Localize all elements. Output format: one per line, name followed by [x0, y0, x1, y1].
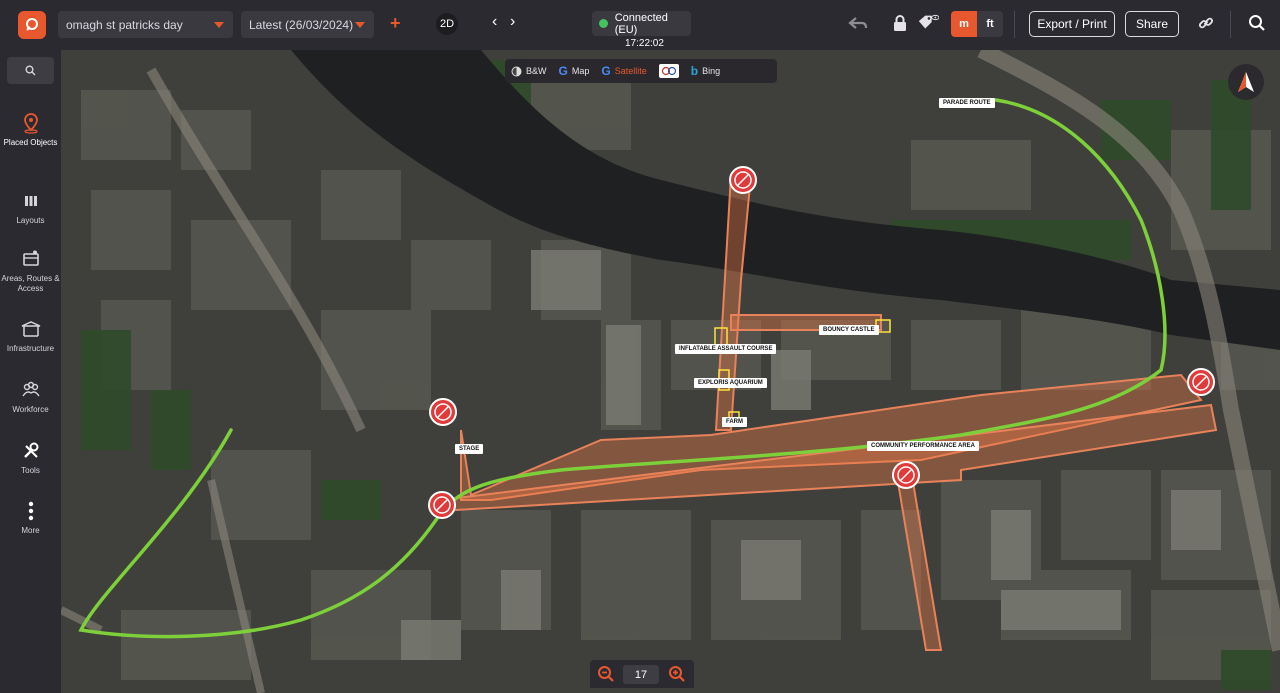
bing-icon: b [690, 64, 699, 78]
share-button[interactable]: Share [1125, 11, 1179, 37]
map-label-stage[interactable]: STAGE [455, 444, 484, 454]
map-label-parade-route[interactable]: PARADE ROUTE [939, 98, 995, 108]
map-label-bouncy-castle[interactable]: BOUNCY CASTLE [819, 325, 879, 335]
layer-bing[interactable]: b Bing [685, 59, 726, 83]
base-layer-switcher: B&W G Map G Satellite b Bing [505, 59, 777, 83]
wrench-icon [23, 442, 38, 458]
link-icon[interactable] [1195, 12, 1217, 34]
version-select-value: Latest (26/03/2024) [249, 17, 354, 32]
version-dropdown[interactable]: Latest (26/03/2024) [241, 11, 374, 38]
layer-label: Satellite [614, 66, 647, 76]
sidebar-item-infrastructure[interactable]: Infrastructure [0, 318, 61, 354]
satellite-map[interactable] [61, 50, 1280, 693]
layer-satellite[interactable]: G Satellite [595, 59, 652, 83]
top-toolbar: omagh st patricks day Latest (26/03/2024… [0, 0, 1280, 50]
view-mode-toggle[interactable]: 2D [436, 13, 458, 35]
layer-label: B&W [526, 66, 547, 76]
sidebar-item-label: Tools [21, 466, 40, 475]
sidebar-item-layouts[interactable]: Layouts [0, 190, 61, 226]
unit-metric-button[interactable]: m [951, 11, 977, 37]
unit-imperial-button[interactable]: ft [977, 11, 1003, 37]
map-label-farm[interactable]: FARM [722, 417, 747, 427]
sidebar-item-more[interactable]: More [0, 500, 61, 536]
columns-icon [24, 196, 37, 206]
sidebar-item-label: More [21, 526, 40, 535]
project-dropdown[interactable]: omagh st patricks day [58, 11, 233, 38]
tag-visibility-icon[interactable] [917, 12, 939, 34]
north-arrow-icon [1238, 72, 1254, 92]
sidebar-item-label: Layouts [16, 216, 45, 225]
compass-button[interactable] [1228, 64, 1264, 100]
add-icon[interactable]: + [390, 13, 401, 34]
google-icon: G [601, 64, 611, 78]
export-print-button[interactable]: Export / Print [1029, 11, 1115, 37]
lock-icon[interactable] [889, 12, 911, 34]
status-dot-icon [599, 19, 608, 28]
layer-ordnance-survey[interactable] [653, 59, 685, 83]
zoom-in-icon[interactable] [668, 665, 686, 688]
back-arrow-icon[interactable]: ‹ [492, 13, 497, 31]
sidebar-item-label: Infrastructure [6, 344, 55, 353]
map-area-icon [22, 250, 39, 266]
sidebar-item-workforce[interactable]: Workforce [0, 379, 61, 415]
map-label-community-area[interactable]: COMMUNITY PERFORMANCE AREA [867, 441, 980, 451]
sidebar-item-tools[interactable]: Tools [0, 440, 61, 476]
map-canvas[interactable] [61, 50, 1280, 693]
connection-status-label: Connected (EU) [614, 11, 668, 36]
logo-icon [26, 18, 38, 31]
people-icon [21, 381, 40, 397]
search-icon[interactable] [1246, 12, 1268, 34]
zoom-level: 17 [623, 665, 659, 684]
undo-icon[interactable] [847, 12, 869, 34]
google-icon: G [558, 64, 568, 78]
clock: 17:22:02 [625, 38, 664, 49]
app-logo[interactable] [18, 11, 46, 39]
contrast-icon [511, 66, 522, 76]
chevron-down-icon [214, 22, 224, 28]
map-label-assault-course[interactable]: INFLATABLE ASSAULT COURSE [675, 344, 777, 354]
sidebar-item-placed-objects[interactable]: Placed Objects [0, 112, 61, 148]
map-label-aquarium[interactable]: EXPLORIS AQUARIUM [694, 378, 767, 388]
zoom-control: 17 [590, 660, 694, 688]
project-select-value: omagh st patricks day [66, 17, 183, 32]
sidebar-item-areas-routes[interactable]: Areas, Routes & Access [0, 248, 61, 294]
tent-icon [21, 321, 40, 337]
ordnance-survey-icon [658, 64, 679, 78]
connection-status: Connected (EU) [592, 11, 691, 36]
sidebar-item-label: Workforce [12, 405, 49, 414]
layer-label: Map [571, 66, 590, 76]
left-sidebar: Placed Objects Layouts Areas, Routes & A… [0, 50, 61, 693]
sidebar-item-label: Placed Objects [3, 138, 58, 147]
layer-label: Bing [702, 66, 721, 76]
sidebar-search-button[interactable] [7, 57, 54, 84]
divider [1014, 11, 1015, 38]
search-icon [25, 65, 36, 76]
divider [1230, 11, 1231, 38]
chevron-down-icon [355, 22, 365, 28]
zoom-out-icon[interactable] [597, 665, 615, 688]
layer-map[interactable]: G Map [553, 59, 596, 83]
layer-bw[interactable]: B&W [505, 59, 553, 83]
more-dots-icon [28, 501, 33, 521]
sidebar-item-label: Areas, Routes & Access [1, 274, 60, 293]
location-pin-icon [23, 113, 38, 134]
forward-arrow-icon[interactable]: › [510, 13, 515, 31]
